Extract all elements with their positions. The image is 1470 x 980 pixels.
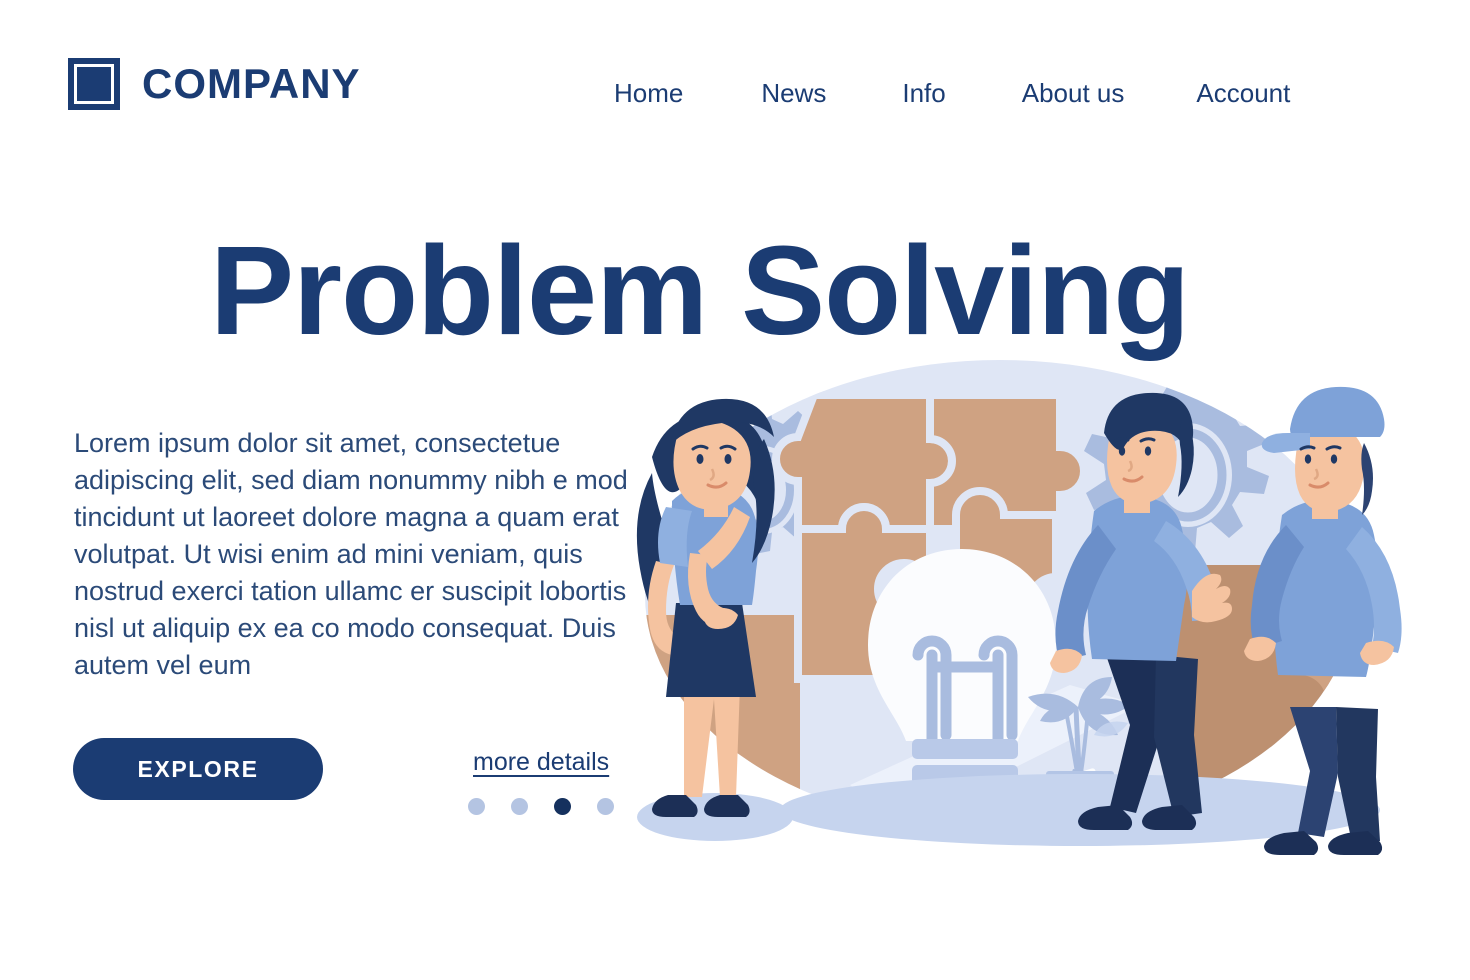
woman-eye-left [696,454,704,464]
main-navigation: Home News Info About us Account [600,78,1400,109]
explore-button[interactable]: EXPLORE [73,738,323,800]
nav-item-info[interactable]: Info [902,78,945,109]
hero-body-text: Lorem ipsum dolor sit amet, consectetue … [74,428,628,680]
capman-eye-left [1304,454,1312,464]
carousel-dot-1[interactable] [468,798,485,815]
man-eye-left [1118,446,1126,456]
woman-eye-right [724,454,732,464]
carousel-dot-2[interactable] [511,798,528,815]
man-shirt [1087,496,1188,661]
bulb-base [912,739,1018,759]
woman-legs [684,685,740,797]
nav-item-home[interactable]: Home [614,78,683,109]
capman-eye-right [1330,454,1338,464]
brand-logo[interactable]: COMPANY [68,58,361,110]
nav-item-news[interactable]: News [761,78,826,109]
nav-item-account[interactable]: Account [1196,78,1290,109]
carousel-dot-3[interactable] [554,798,571,815]
logo-inner-ring [74,64,114,104]
nav-item-about-us[interactable]: About us [1022,78,1125,109]
page-title: Problem Solving [210,220,1190,361]
landing-page: COMPANY Home News Info About us Account … [0,0,1470,980]
woman-sleeve [658,507,692,567]
site-header: COMPANY Home News Info About us Account [0,0,1470,170]
square-logo-icon [68,58,120,110]
man-eye-right [1144,446,1152,456]
problem-solving-teamwork-illustration [600,355,1430,875]
logo-inner-square [77,67,111,101]
carousel-dots [468,798,614,815]
more-details-link[interactable]: more details [473,748,609,777]
brand-name: COMPANY [142,60,361,107]
capman-cap [1290,386,1385,437]
